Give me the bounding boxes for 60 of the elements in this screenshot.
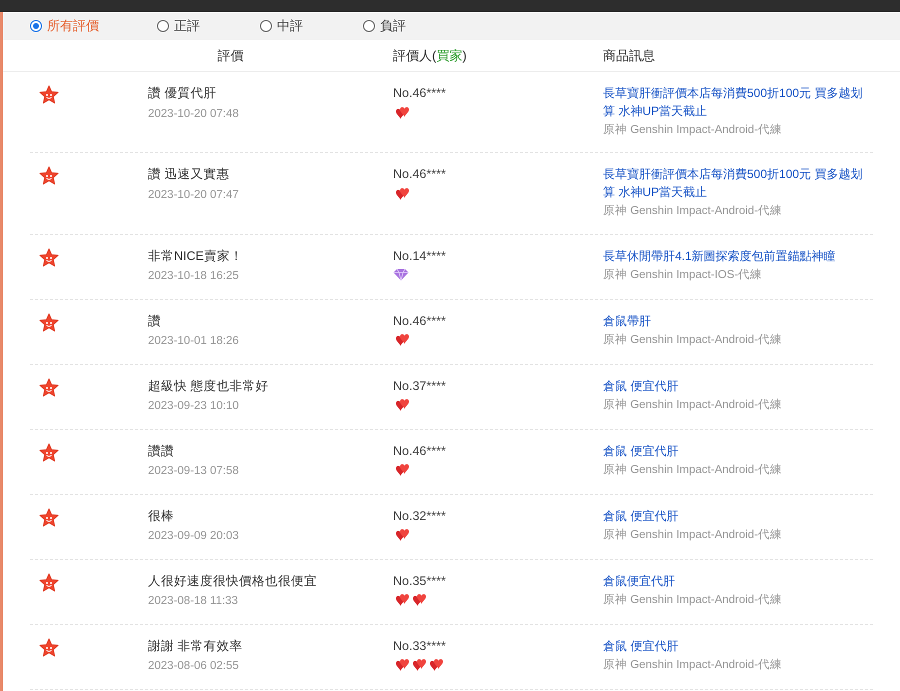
smiling-star-icon <box>39 638 59 658</box>
review-time: 2023-08-06 02:55 <box>148 659 240 674</box>
review-comment: 人很好速度很快價格也很便宜 <box>148 572 318 590</box>
filter-radio[interactable]: 中評 <box>260 16 303 36</box>
filter-radio[interactable]: 負評 <box>363 16 406 36</box>
product-category: 原神 Genshin Impact-Android-代練 <box>603 462 784 478</box>
product-category: 原神 Genshin Impact-IOS-代練 <box>603 268 764 282</box>
review-time: 2023-09-09 20:03 <box>148 529 240 544</box>
smiling-star-icon <box>39 378 59 398</box>
product-link[interactable]: 倉鼠 便宜代肝 <box>603 376 873 394</box>
review-time: 2023-10-01 18:26 <box>148 334 240 350</box>
filter-radio[interactable]: 正評 <box>157 16 200 36</box>
review-comment: 讚 優質代肝 <box>148 85 218 102</box>
review-comment: 讚 迅速又實惠 <box>148 166 230 184</box>
product-link[interactable]: 倉鼠便宜代肝 <box>603 572 873 590</box>
review-time: 2023-09-23 10:10 <box>148 399 240 414</box>
review-comment: 很棒 <box>148 508 175 524</box>
review-comment: 謝謝 非常有效率 <box>148 638 244 654</box>
smiling-star-icon <box>39 508 59 528</box>
review-time: 2023-08-18 11:33 <box>148 594 239 610</box>
review-comment: 讚 <box>148 312 162 330</box>
reviewer-id: No.35**** <box>393 572 447 590</box>
product-category: 原神 Genshin Impact-Android-代練 <box>603 122 784 138</box>
review-time: 2023-10-18 16:25 <box>148 269 240 284</box>
smiling-star-icon <box>39 312 59 332</box>
smiling-star-icon <box>39 166 59 186</box>
review-comment: 讚讚 <box>148 442 175 460</box>
column-header: 評價 <box>218 46 244 65</box>
reviewer-id: No.46**** <box>393 312 447 330</box>
smiling-star-icon <box>39 248 59 268</box>
product-category: 原神 Genshin Impact-Android-代練 <box>603 204 784 220</box>
reviewer-id: No.46**** <box>393 166 447 184</box>
column-header: 商品訊息 <box>603 48 655 63</box>
reviewer-id: No.46**** <box>393 442 447 460</box>
product-link[interactable]: 長草寶肝衝評價本店每消費500折100元 買多越划算 水神UP當天截止 <box>603 165 873 202</box>
review-time: 2023-09-13 07:58 <box>148 464 240 480</box>
reviewer-id: No.46**** <box>393 85 447 102</box>
review-time: 2023-10-20 07:47 <box>148 188 240 203</box>
review-comment: 非常NICE賣家！ <box>148 248 244 264</box>
product-link[interactable]: 倉鼠 便宜代肝 <box>603 636 873 654</box>
product-category: 原神 Genshin Impact-Android-代練 <box>603 658 784 672</box>
product-category: 原神 Genshin Impact-Android-代練 <box>603 332 784 348</box>
smiling-star-icon <box>39 85 59 105</box>
reviewer-id: No.32**** <box>393 508 447 524</box>
product-category: 原神 Genshin Impact-Android-代練 <box>603 528 784 542</box>
smiling-star-icon <box>39 442 59 462</box>
column-header: 評價人(買家) <box>393 48 467 63</box>
review-time: 2023-10-20 07:48 <box>148 106 240 122</box>
product-link[interactable]: 長草休閒帶肝4.1新圖探索度包前置錨點神瞳 <box>603 246 873 264</box>
smiling-star-icon <box>39 572 59 592</box>
product-link[interactable]: 倉鼠 便宜代肝 <box>603 442 873 460</box>
reviewer-id: No.33**** <box>393 638 447 654</box>
review-comment: 超級快 態度也非常好 <box>148 378 270 394</box>
product-link[interactable]: 倉鼠 便宜代肝 <box>603 506 873 524</box>
product-category: 原神 Genshin Impact-Android-代練 <box>603 592 784 608</box>
reviewer-id: No.14**** <box>393 248 447 264</box>
product-category: 原神 Genshin Impact-Android-代練 <box>603 398 784 412</box>
reviewer-id: No.37**** <box>393 378 447 394</box>
product-link[interactable]: 長草寶肝衝評價本店每消費500折100元 買多越划算 水神UP當天截止 <box>603 84 873 120</box>
product-link[interactable]: 倉鼠帶肝 <box>603 312 873 330</box>
